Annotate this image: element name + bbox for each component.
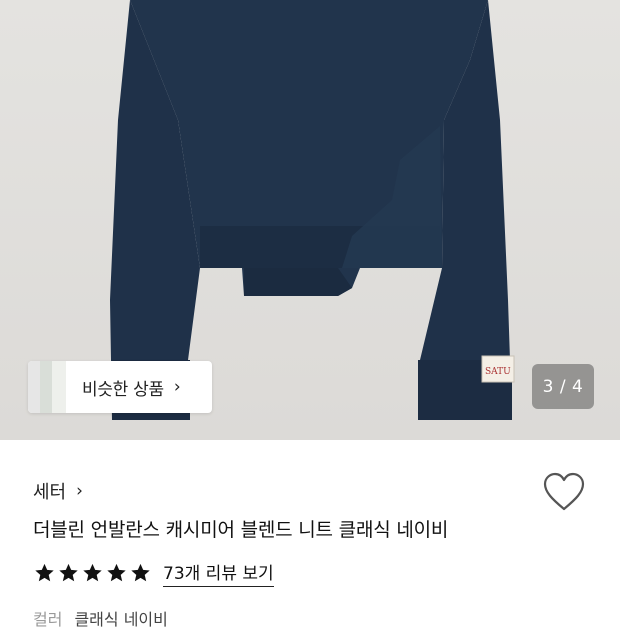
- reviews-link[interactable]: 73개 리뷰 보기: [163, 559, 274, 587]
- similar-thumbnails: [28, 361, 66, 413]
- color-value: 클래식 네이비: [74, 610, 168, 629]
- product-title: 더블린 언발란스 캐시미어 블렌드 니트 클래식 네이비: [33, 519, 449, 541]
- similar-products-button[interactable]: 비슷한 상품 ›: [28, 361, 212, 413]
- chevron-right-icon: ›: [173, 377, 181, 397]
- color-label: 컬러: [33, 610, 63, 629]
- product-image-gallery[interactable]: SATU 비슷한 상품 › 3 / 4: [0, 0, 620, 440]
- similar-products-label: 비슷한 상품: [82, 379, 164, 400]
- rating-stars: [33, 562, 153, 584]
- heart-icon[interactable]: [542, 472, 586, 512]
- color-option-row: 컬러 클래식 네이비: [33, 606, 168, 630]
- star-icon: [35, 563, 54, 582]
- image-counter: 3 / 4: [532, 364, 594, 409]
- tag-text: SATU: [485, 367, 511, 377]
- chevron-right-icon: ›: [76, 481, 83, 501]
- star-icon: [83, 563, 102, 582]
- rating-row: 73개 리뷰 보기: [33, 559, 274, 587]
- thumbnail: [52, 361, 66, 413]
- category-breadcrumb[interactable]: 세터 ›: [33, 478, 83, 504]
- star-icon: [59, 563, 78, 582]
- star-icon: [107, 563, 126, 582]
- category-label: 세터: [33, 482, 67, 503]
- star-icon: [131, 563, 150, 582]
